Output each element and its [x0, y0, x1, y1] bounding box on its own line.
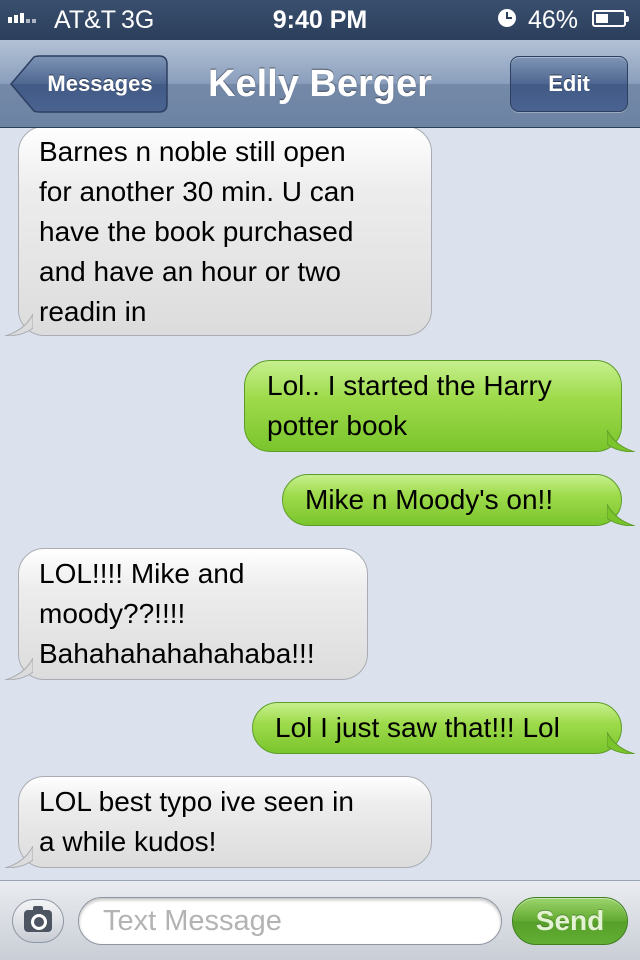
send-button[interactable]: Send: [512, 897, 628, 945]
bubble-tail: [607, 504, 635, 526]
incoming-message-bubble[interactable]: LOL!!!! Mike and moody??!!!! Bahahahahah…: [5, 548, 368, 680]
message-text: Barnes n noble still open for another 30…: [39, 136, 355, 327]
conversation-title: Kelly Berger: [208, 63, 432, 105]
message-text: Lol I just saw that!!! Lol: [275, 712, 560, 743]
battery-level-fill: [596, 14, 608, 23]
camera-button[interactable]: [12, 899, 64, 943]
battery-percent: 46%: [528, 6, 579, 34]
navigation-bar: Messages Kelly Berger Edit: [0, 40, 640, 128]
incoming-message-bubble[interactable]: LOL best typo ive seen in a while kudos!: [5, 776, 432, 868]
outgoing-message-bubble[interactable]: Lol I just saw that!!! Lol: [252, 702, 635, 754]
message-thread[interactable]: Barnes n noble still open for another 30…: [0, 128, 640, 880]
message-text: LOL!!!! Mike and moody??!!!! Bahahahahah…: [39, 558, 315, 669]
bubble-tail: [5, 846, 33, 868]
edit-button[interactable]: Edit: [510, 56, 628, 112]
outgoing-message-bubble[interactable]: Mike n Moody's on!!: [282, 474, 635, 526]
message-input-bar: Send: [0, 880, 640, 960]
message-text: LOL best typo ive seen in a while kudos!: [39, 786, 354, 857]
message-text: Lol.. I started the Harry potter book: [267, 370, 552, 441]
bubble-tail: [607, 430, 635, 452]
bubble-tail: [5, 658, 33, 680]
status-bar: AT&T 3G 9:40 PM 46%: [0, 0, 640, 40]
incoming-message-bubble[interactable]: Barnes n noble still open for another 30…: [5, 128, 432, 336]
bubble-tail: [607, 732, 635, 754]
alarm-icon: [498, 9, 516, 27]
back-button-label: Messages: [47, 71, 153, 96]
message-text: Mike n Moody's on!!: [305, 484, 554, 515]
bubble-tail: [5, 314, 33, 336]
outgoing-message-bubble[interactable]: Lol.. I started the Harry potter book: [244, 360, 635, 452]
battery-icon: [592, 10, 629, 27]
text-message-input[interactable]: [78, 897, 502, 945]
camera-icon: [24, 906, 52, 932]
back-to-messages-button[interactable]: Messages: [10, 55, 168, 113]
